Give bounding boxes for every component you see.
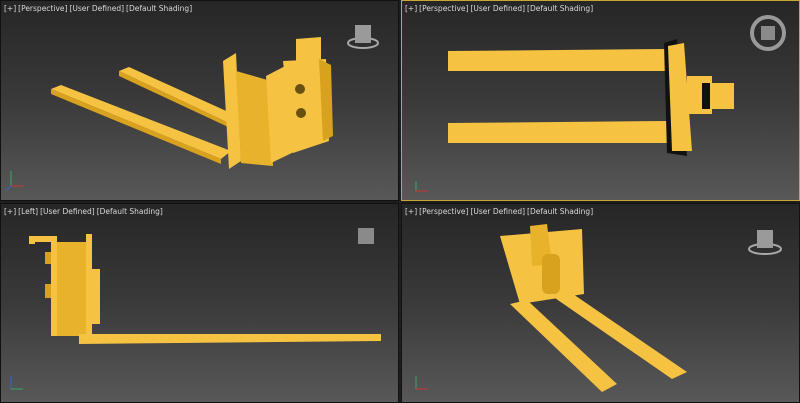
axis-tripod-icon [415, 376, 428, 390]
axis-tripod-icon [10, 376, 23, 390]
viewport-bottom-right[interactable]: [+] [Perspective] [User Defined] [Default S… [401, 203, 800, 403]
viewport-bottom-left[interactable]: [+] [Left] [User Defined] [Default Shading] [0, 203, 399, 403]
axis-tripod-icon [5, 171, 23, 192]
viewport-top-right[interactable]: [+] [Perspective] [User Defined] [Default S… [401, 0, 800, 201]
axis-tripod-icon [415, 181, 428, 192]
viewport-top-left[interactable]: [+] [Perspective] [User Defined] [Default S… [0, 0, 399, 201]
